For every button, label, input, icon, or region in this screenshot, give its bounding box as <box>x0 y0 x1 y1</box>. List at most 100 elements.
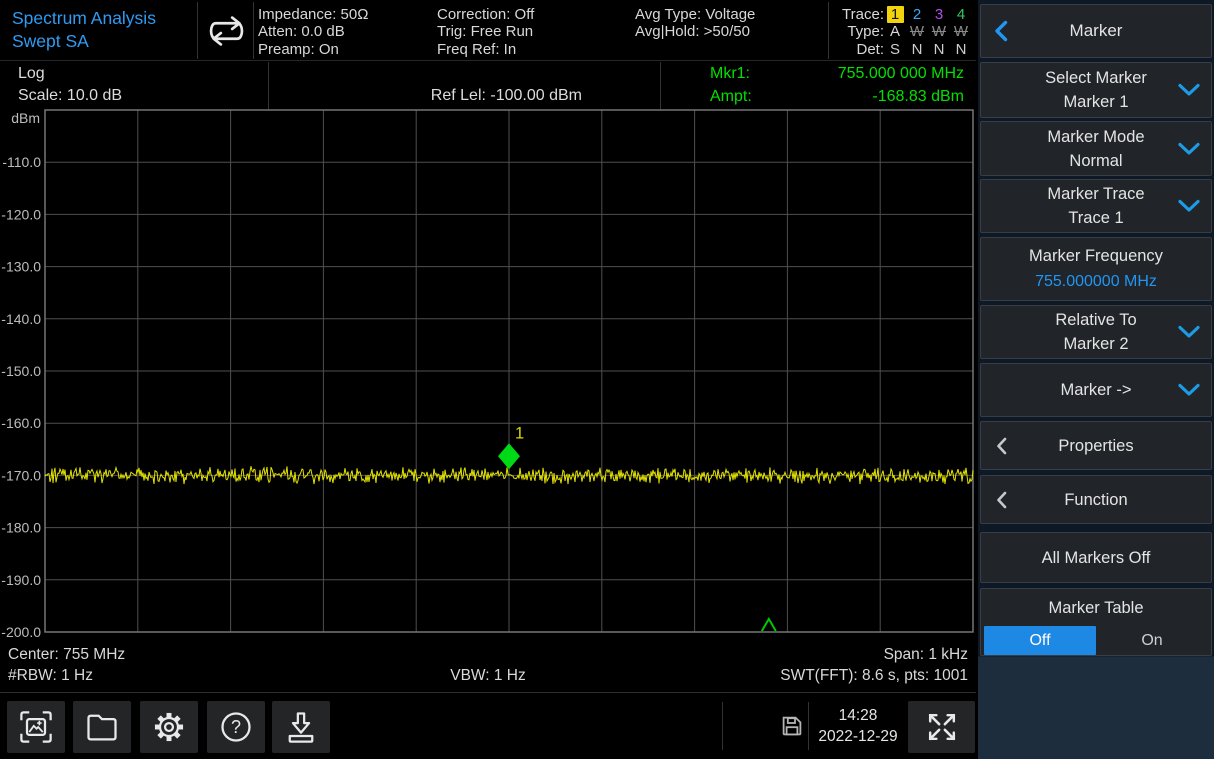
help-icon: ? <box>218 709 254 745</box>
dropdown-label: Marker Trace <box>1047 182 1144 206</box>
ampt-value: -168.83 dBm <box>872 86 964 109</box>
ref-level-readout[interactable]: Ref Lel: -100.00 dBm <box>270 62 582 108</box>
impedance-readout: Impedance: 50Ω <box>258 6 368 23</box>
trace-status-table: Trace: 1 2 3 4 Type: A W W W Det: S N <box>836 6 974 58</box>
chevron-left-icon <box>996 491 1007 508</box>
field-label: Marker Frequency <box>1029 244 1163 268</box>
function-submenu-button[interactable]: Function <box>980 475 1212 524</box>
marker-table-on-option[interactable]: On <box>1096 626 1208 655</box>
date-readout: 2022-12-29 <box>812 726 904 747</box>
help-button[interactable]: ? <box>207 701 265 753</box>
app-title-line2: Swept SA <box>12 30 156 53</box>
average-status: Avg Type: Voltage Avg|Hold: >50/50 <box>635 6 755 41</box>
mkr1-label: Mkr1: <box>710 63 750 86</box>
span-readout[interactable]: Span: 1 kHz <box>780 644 968 665</box>
marker-mode-dropdown[interactable]: Marker Mode Normal <box>980 121 1212 176</box>
svg-text:-180.0: -180.0 <box>1 520 41 536</box>
marker-trace-dropdown[interactable]: Marker Trace Trace 1 <box>980 179 1212 233</box>
marker-table-off-option[interactable]: Off <box>984 626 1096 655</box>
dropdown-label: Relative To <box>1055 308 1136 332</box>
svg-text:1: 1 <box>515 424 524 442</box>
atten-readout: Atten: 0.0 dB <box>258 23 368 40</box>
ampt-label: Ampt: <box>710 86 752 109</box>
trace1-type: A <box>884 23 906 40</box>
scale-type: Log <box>18 63 122 85</box>
trace1-det: S <box>884 41 906 58</box>
app-title: Spectrum Analysis Swept SA <box>12 7 156 53</box>
clock-display: 14:28 2022-12-29 <box>812 705 904 747</box>
instrument-screen: Spectrum Analysis Swept SA Impedance: 50… <box>0 0 1214 759</box>
marker1-readout: Mkr1: 755.000 000 MHz Ampt: -168.83 dBm <box>668 63 970 108</box>
submenu-label: Function <box>1064 488 1127 512</box>
sweep-time-readout[interactable]: SWT(FFT): 8.6 s, pts: 1001 <box>780 665 968 686</box>
type-row: Type: A W W W <box>836 23 974 40</box>
det-row-label: Det: <box>836 41 884 58</box>
chevron-down-icon <box>1178 384 1200 397</box>
spectrum-plot[interactable]: dBm-110.0-120.0-130.0-140.0-150.0-160.0-… <box>0 108 976 644</box>
trace2-det: N <box>906 41 928 58</box>
marker-to-dropdown[interactable]: Marker -> <box>980 363 1212 417</box>
chevron-left-icon <box>996 437 1007 454</box>
input-status: Impedance: 50Ω Atten: 0.0 dB Preamp: On <box>258 6 368 58</box>
freq-ref-readout: Freq Ref: In <box>437 41 534 58</box>
screenshot-icon <box>18 709 54 745</box>
folder-icon <box>84 709 120 745</box>
spectrum-plot-svg[interactable]: dBm-110.0-120.0-130.0-140.0-150.0-160.0-… <box>0 108 976 644</box>
sweep-annotations: Center: 755 MHz #RBW: 1 Hz VBW: 1 Hz Spa… <box>0 640 976 693</box>
time-readout: 14:28 <box>812 705 904 726</box>
status-bar: Spectrum Analysis Swept SA Impedance: 50… <box>0 0 976 61</box>
svg-text:-150.0: -150.0 <box>1 363 41 379</box>
chevron-down-icon <box>1178 142 1200 155</box>
center-freq-readout[interactable]: Center: 755 MHz <box>8 644 125 665</box>
trace-row-label: Trace: <box>836 6 884 23</box>
chevron-left-icon <box>994 20 1008 42</box>
dropdown-value: Trace 1 <box>1068 206 1123 230</box>
scale-readout[interactable]: Log Scale: 10.0 dB <box>18 63 122 107</box>
properties-submenu-button[interactable]: Properties <box>980 421 1212 470</box>
marker-frequency-field[interactable]: Marker Frequency 755.000000 MHz <box>980 237 1212 301</box>
submenu-label: Properties <box>1058 434 1133 458</box>
screenshot-button[interactable] <box>7 701 65 753</box>
svg-text:-200.0: -200.0 <box>1 624 41 640</box>
svg-text:-170.0: -170.0 <box>1 467 41 483</box>
mkr1-frequency: 755.000 000 MHz <box>838 63 964 86</box>
svg-text:-190.0: -190.0 <box>1 572 41 588</box>
trigger-readout: Trig: Free Run <box>437 23 534 40</box>
toggle-options: Off On <box>984 626 1208 655</box>
gear-icon <box>151 709 187 745</box>
right-annotations: Span: 1 kHz SWT(FFT): 8.6 s, pts: 1001 <box>780 644 968 686</box>
field-value: 755.000000 MHz <box>1035 270 1157 294</box>
menu-title: Marker <box>1070 19 1123 43</box>
dropdown-label: Marker Mode <box>1047 125 1144 149</box>
trace1-badge: 1 <box>887 6 904 23</box>
file-button[interactable] <box>73 701 131 753</box>
back-button[interactable] <box>994 20 1008 42</box>
menu-title-bar: Marker <box>980 4 1212 58</box>
relative-to-dropdown[interactable]: Relative To Marker 2 <box>980 305 1212 359</box>
svg-text:-160.0: -160.0 <box>1 415 41 431</box>
chevron-down-icon <box>1178 200 1200 213</box>
toggle-label: Marker Table <box>1048 596 1143 620</box>
save-icon <box>283 709 319 745</box>
svg-text:?: ? <box>231 717 241 737</box>
dropdown-label: Select Marker <box>1045 66 1147 90</box>
avg-type-readout: Avg Type: Voltage <box>635 6 755 23</box>
settings-button[interactable] <box>140 701 198 753</box>
main-area: Spectrum Analysis Swept SA Impedance: 50… <box>0 0 976 759</box>
save-button[interactable] <box>272 701 330 753</box>
button-label: All Markers Off <box>1042 546 1151 570</box>
select-marker-dropdown[interactable]: Select Marker Marker 1 <box>980 62 1212 118</box>
trace3-type: W <box>928 23 950 40</box>
all-markers-off-button[interactable]: All Markers Off <box>980 532 1212 583</box>
svg-text:dBm: dBm <box>11 110 40 126</box>
correction-readout: Correction: Off <box>437 6 534 23</box>
det-row: Det: S N N N <box>836 41 974 58</box>
trace2-type: W <box>906 23 928 40</box>
marker-menu-panel: Marker Select Marker Marker 1 Marker Mod… <box>978 0 1214 759</box>
svg-text:-140.0: -140.0 <box>1 311 41 327</box>
dropdown-label: Marker -> <box>1060 378 1131 402</box>
type-row-label: Type: <box>836 23 884 40</box>
trace4-det: N <box>950 41 972 58</box>
bottom-toolbar: ? <box>0 694 976 759</box>
fullscreen-button[interactable] <box>908 701 975 753</box>
